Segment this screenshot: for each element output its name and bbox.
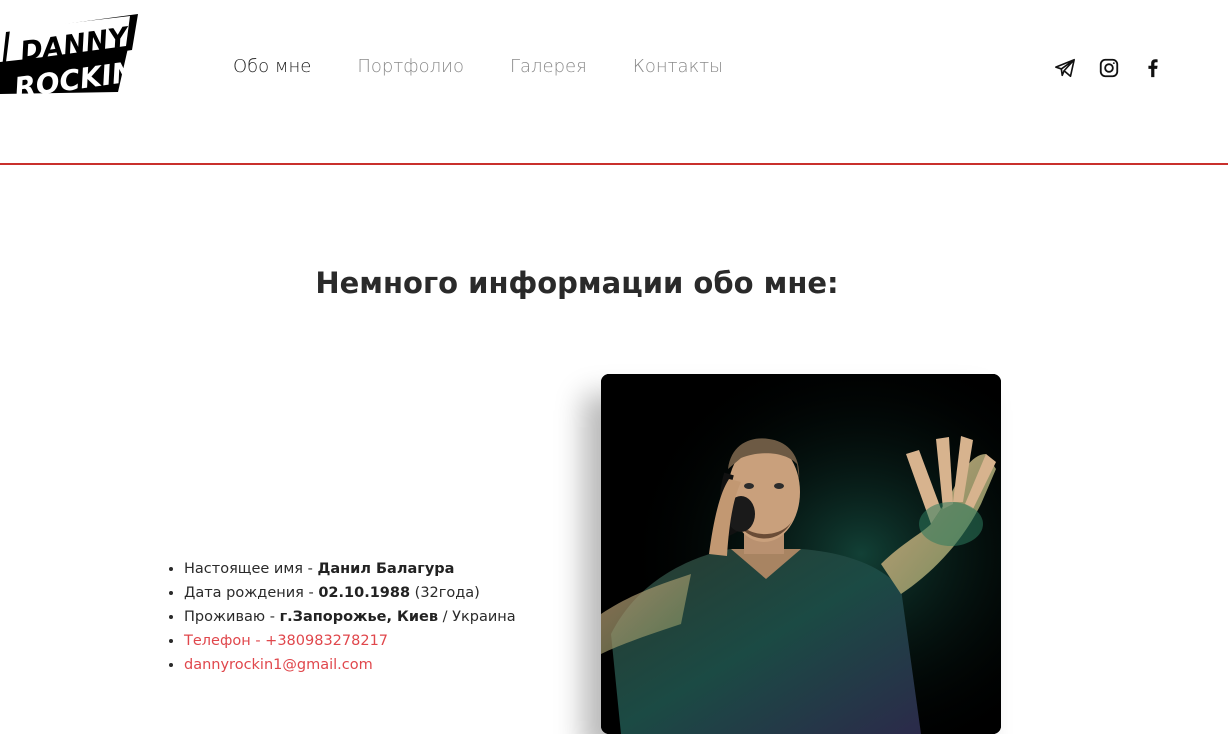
facebook-icon[interactable]	[1142, 57, 1164, 79]
nav-about[interactable]: Обо мне	[233, 55, 311, 79]
section-title: Немного информации обо мне:	[315, 266, 839, 300]
list-item: Проживаю - г.Запорожье, Киев / Украина	[184, 605, 516, 629]
info-name-label: Настоящее имя -	[184, 561, 318, 577]
main-nav: Обо мне Портфолио Галерея Контакты	[233, 55, 769, 79]
nav-contacts[interactable]: Контакты	[633, 55, 723, 79]
list-item: Настоящее имя - Данил Балагура	[184, 557, 516, 581]
info-birth-value: 02.10.1988	[318, 585, 411, 601]
site-header: DANNY ROCKIN Обо мне Портфолио Галерея К…	[0, 0, 1228, 165]
profile-photo	[601, 374, 1001, 734]
info-birth-label: Дата рождения -	[184, 585, 319, 601]
info-city-label: Проживаю -	[184, 609, 280, 625]
nav-gallery[interactable]: Галерея	[510, 55, 587, 79]
email-link[interactable]: dannyrockin1@gmail.com	[184, 657, 373, 673]
info-birth-extra: (32года)	[410, 585, 480, 601]
list-item: Дата рождения - 02.10.1988 (32года)	[184, 581, 516, 605]
logo[interactable]: DANNY ROCKIN	[0, 10, 142, 94]
phone-link[interactable]: Телефон - +380983278217	[184, 633, 388, 649]
info-city-extra: / Украина	[438, 609, 516, 625]
info-name-value: Данил Балагура	[317, 561, 455, 577]
instagram-icon[interactable]	[1098, 57, 1120, 79]
list-item: Телефон - +380983278217	[184, 629, 516, 653]
info-list: Настоящее имя - Данил Балагура Дата рожд…	[166, 557, 516, 677]
social-links	[1054, 57, 1164, 79]
telegram-icon[interactable]	[1054, 57, 1076, 79]
nav-portfolio[interactable]: Портфолио	[357, 55, 464, 79]
list-item: dannyrockin1@gmail.com	[184, 653, 516, 677]
info-city-value: г.Запорожье, Киев	[279, 609, 439, 625]
